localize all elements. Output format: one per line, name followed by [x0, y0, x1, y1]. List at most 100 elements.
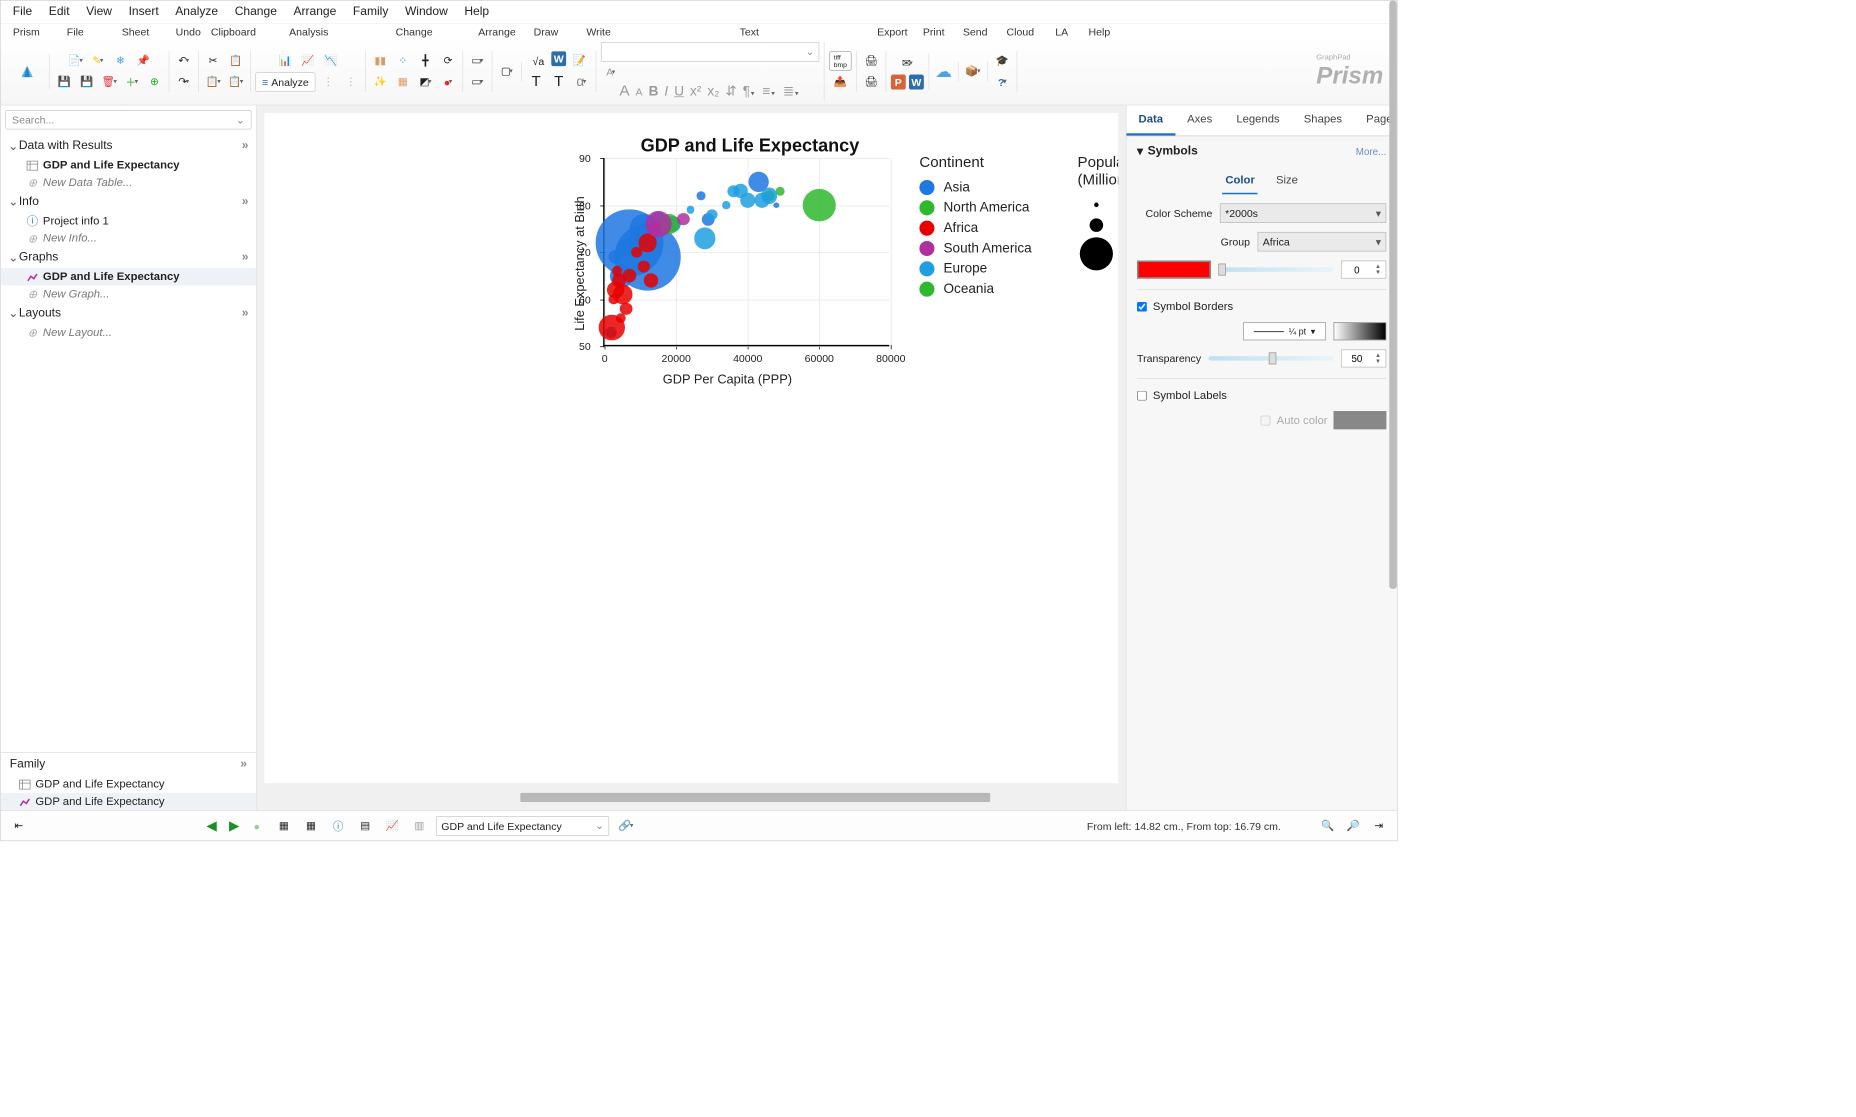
new-file-icon[interactable]: 📄▾: [66, 51, 86, 71]
expand-sidebar-icon[interactable]: ⇤: [8, 815, 29, 836]
text-t2-icon[interactable]: T: [549, 72, 569, 92]
save-all-icon[interactable]: 💾: [77, 72, 97, 92]
menu-insert[interactable]: Insert: [121, 4, 166, 21]
copy-icon[interactable]: 📋: [226, 51, 246, 71]
chart-plot-area[interactable]: 0200004000060000800005060708090 GDP Per …: [566, 158, 890, 369]
send-w-icon[interactable]: W: [909, 74, 924, 89]
collapse-panel-icon[interactable]: ⇥: [1368, 815, 1389, 836]
pop-legend-row[interactable]: 20.00: [1078, 197, 1119, 213]
legend-row[interactable]: Africa: [919, 220, 1031, 236]
align-icon[interactable]: ▭▾: [468, 51, 488, 71]
menu-view[interactable]: View: [79, 4, 120, 21]
transparency-slider[interactable]: [1209, 356, 1334, 361]
more-link[interactable]: More...: [1356, 146, 1386, 157]
layout-icon[interactable]: ▥: [409, 815, 430, 836]
pin-icon[interactable]: 📌: [133, 51, 153, 71]
word-w-icon[interactable]: W: [551, 51, 566, 66]
legend-row[interactable]: Oceania: [919, 281, 1031, 297]
bars-icon[interactable]: ▮▮: [370, 51, 390, 71]
data-point[interactable]: [686, 206, 694, 214]
data-point[interactable]: [775, 186, 784, 195]
tree-section[interactable]: ⌄Graphs»: [1, 247, 256, 268]
chart-title[interactable]: GDP and Life Expectancy: [588, 136, 912, 157]
y-axis-title[interactable]: Life Expectancy at Birth: [573, 196, 588, 330]
align-text-icon[interactable]: ≡▾: [760, 84, 779, 100]
graph-icon[interactable]: 📈: [382, 815, 403, 836]
menu-arrange[interactable]: Arrange: [286, 4, 344, 21]
analyze-button[interactable]: ≡Analyze: [255, 72, 315, 92]
panel-scrollbar[interactable]: [1389, 1, 1397, 589]
next-sheet-icon[interactable]: ▶: [224, 815, 245, 836]
tree-item[interactable]: ⊕New Graph...: [1, 285, 256, 302]
cut-icon[interactable]: ✂: [203, 51, 223, 71]
link-icon[interactable]: 🔗▾: [615, 815, 636, 836]
tree-item[interactable]: ⓘProject info 1: [1, 212, 256, 229]
rotate-icon[interactable]: ⟳: [438, 51, 458, 71]
menu-window[interactable]: Window: [397, 4, 455, 21]
group-select[interactable]: Africa▾: [1258, 232, 1387, 252]
color-icon[interactable]: ●▾: [438, 72, 458, 92]
print-icon[interactable]: 🖨: [861, 51, 881, 71]
hue-slider[interactable]: [1218, 267, 1333, 272]
analyze-more-icon[interactable]: ⋮: [319, 72, 339, 92]
tree-item[interactable]: ⊕New Data Table...: [1, 174, 256, 191]
prev-sheet-icon[interactable]: ◀: [201, 815, 222, 836]
sheet-grid-icon[interactable]: ▦: [300, 815, 321, 836]
area-icon[interactable]: ◩▾: [416, 72, 436, 92]
tree-section[interactable]: ⌄Layouts»: [1, 303, 256, 324]
stats-icon[interactable]: 📊: [276, 51, 296, 71]
zoom-out-icon[interactable]: 🔎: [1343, 815, 1364, 836]
population-legend[interactable]: Population (Millions) 20.00166.971394.02: [1078, 154, 1119, 274]
menu-analyze[interactable]: Analyze: [168, 4, 226, 21]
menu-file[interactable]: File: [5, 4, 39, 21]
family-item[interactable]: GDP and Life Expectancy: [1, 776, 256, 793]
scatter-style-icon[interactable]: ⁘: [393, 51, 413, 71]
format-tab-legends[interactable]: Legends: [1224, 105, 1291, 135]
sheet-table-icon[interactable]: ▦: [273, 815, 294, 836]
group-icon[interactable]: ▭▾: [468, 72, 488, 92]
data-point[interactable]: [616, 313, 626, 323]
export-more-icon[interactable]: 📤: [831, 72, 851, 92]
tree-section[interactable]: ⌄Data with Results»: [1, 136, 256, 157]
para-icon[interactable]: ¶▾: [741, 84, 759, 100]
tree-item[interactable]: GDP and Life Expectancy: [1, 268, 256, 285]
data-point[interactable]: [722, 201, 730, 209]
notes-icon[interactable]: 📝: [569, 51, 589, 71]
symbol-labels-checkbox[interactable]: [1137, 391, 1147, 401]
data-point[interactable]: [803, 189, 836, 222]
subscript-icon[interactable]: x₂: [705, 84, 722, 100]
font-bigger-icon[interactable]: A: [617, 83, 632, 100]
mail-icon[interactable]: ✉▾: [898, 53, 918, 73]
font-smaller-icon[interactable]: A: [633, 85, 645, 97]
format-tab-shapes[interactable]: Shapes: [1292, 105, 1354, 135]
symbols-section-header[interactable]: ▾SymbolsMore...: [1126, 136, 1396, 166]
font-color-icon[interactable]: A▾: [601, 62, 621, 82]
prism-logo-icon[interactable]: [10, 54, 45, 89]
clipboard-icon[interactable]: 📋▾: [226, 72, 246, 92]
legend-row[interactable]: South America: [919, 240, 1031, 256]
delete-icon[interactable]: 🗑▾: [99, 72, 119, 92]
axes-icon[interactable]: ╋: [416, 51, 436, 71]
data-point[interactable]: [608, 294, 618, 304]
snowflake-icon[interactable]: ❄: [111, 51, 131, 71]
help-icon[interactable]: ?▾: [992, 72, 1012, 92]
format-tab-data[interactable]: Data: [1126, 105, 1175, 135]
tree-item[interactable]: ⊕New Info...: [1, 230, 256, 247]
menu-edit[interactable]: Edit: [41, 4, 77, 21]
send-p-icon[interactable]: P: [891, 74, 906, 89]
canvas-hscrollbar[interactable]: [264, 791, 1118, 805]
pop-legend-row[interactable]: 1394.02: [1078, 237, 1119, 270]
legend-row[interactable]: Asia: [919, 179, 1031, 195]
graph-canvas[interactable]: GDP and Life Expectancy 0200004000060000…: [264, 113, 1118, 783]
border-color-select[interactable]: [1334, 322, 1387, 340]
transparency-input[interactable]: ▲▼: [1341, 349, 1386, 367]
fit-icon[interactable]: 📈: [298, 51, 318, 71]
legend-row[interactable]: Europe: [919, 261, 1031, 277]
continent-legend[interactable]: Continent AsiaNorth AmericaAfricaSouth A…: [919, 154, 1031, 301]
lineheight-icon[interactable]: ⇵: [723, 84, 739, 100]
save-icon[interactable]: 💾: [54, 72, 74, 92]
draw-shape-icon[interactable]: ▢▾: [497, 61, 517, 81]
undo-icon[interactable]: ↶▾: [174, 51, 194, 71]
scrollbar-thumb[interactable]: [520, 793, 990, 802]
symbol-borders-checkbox[interactable]: [1137, 302, 1147, 312]
